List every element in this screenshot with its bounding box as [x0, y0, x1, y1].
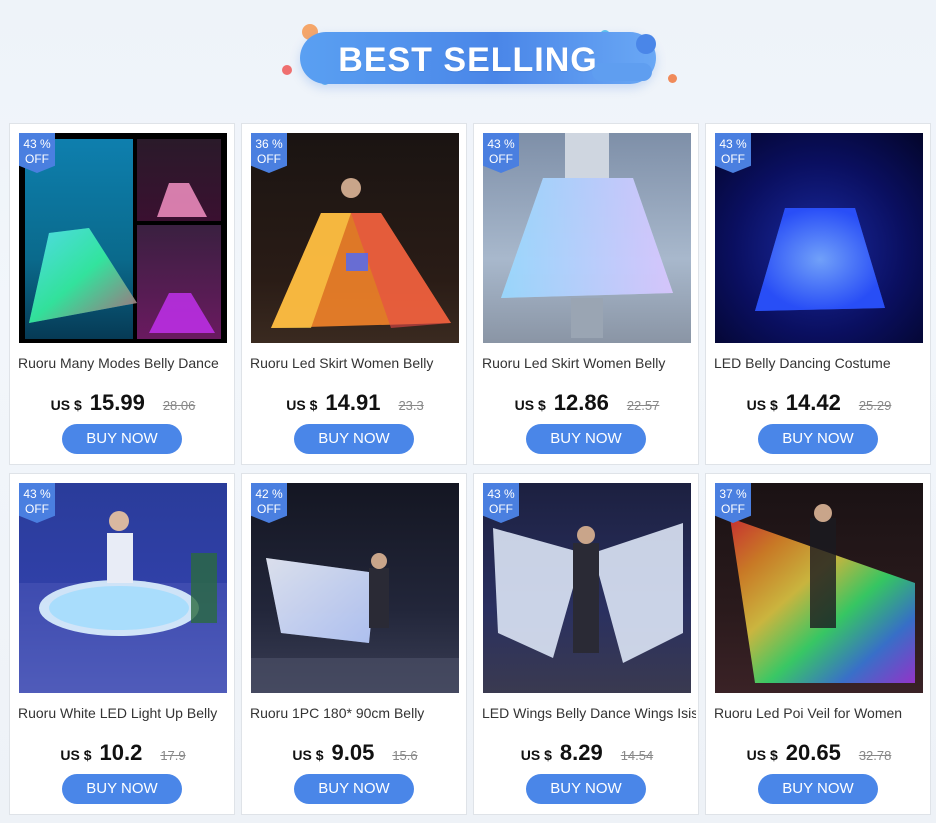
- original-price: 23.3: [398, 398, 424, 413]
- product-title[interactable]: Ruoru Many Modes Belly Dance: [18, 355, 232, 373]
- product-card[interactable]: 37 % OFF Ruoru Led Poi Veil for Women US…: [705, 473, 931, 815]
- discount-badge: 43 % OFF: [19, 133, 55, 173]
- discount-off-label: OFF: [489, 152, 513, 166]
- buy-now-button[interactable]: BUY NOW: [526, 774, 646, 804]
- product-title[interactable]: Ruoru White LED Light Up Belly: [18, 705, 232, 723]
- currency-label: US $: [50, 397, 82, 413]
- product-card[interactable]: 43 % OFF Ruoru Led Skirt Women Belly US …: [473, 123, 699, 465]
- price-row: US $ 14.91 23.3: [242, 390, 468, 418]
- discount-badge: 43 % OFF: [715, 133, 751, 173]
- decor-dot: [668, 74, 677, 83]
- original-price: 22.57: [626, 398, 660, 413]
- original-price: 15.6: [392, 748, 418, 763]
- currency-label: US $: [286, 397, 318, 413]
- buy-now-button[interactable]: BUY NOW: [62, 424, 182, 454]
- discount-percent: 37 %: [719, 487, 747, 501]
- currency-label: US $: [514, 397, 546, 413]
- price-row: US $ 9.05 15.6: [242, 740, 468, 768]
- discount-off-label: OFF: [721, 152, 745, 166]
- price-row: US $ 15.99 28.06: [10, 390, 236, 418]
- buy-now-button[interactable]: BUY NOW: [62, 774, 182, 804]
- price-row: US $ 8.29 14.54: [474, 740, 700, 768]
- discount-badge: 37 % OFF: [715, 483, 751, 523]
- discount-percent: 36 %: [255, 137, 283, 151]
- product-title[interactable]: Ruoru 1PC 180* 90cm Belly: [250, 705, 464, 723]
- banner-title: BEST SELLING: [338, 41, 598, 79]
- product-card[interactable]: 43 % OFF LED Wings Belly Dance Wings Isi…: [473, 473, 699, 815]
- discount-badge: 43 % OFF: [19, 483, 55, 523]
- discount-off-label: OFF: [25, 502, 49, 516]
- original-price: 28.06: [162, 398, 196, 413]
- product-title[interactable]: Ruoru Led Skirt Women Belly: [250, 355, 464, 373]
- product-title[interactable]: Ruoru Led Skirt Women Belly: [482, 355, 696, 373]
- original-price: 25.29: [858, 398, 892, 413]
- discount-badge: 36 % OFF: [251, 133, 287, 173]
- discount-percent: 43 %: [23, 137, 51, 151]
- original-price: 32.78: [858, 748, 892, 763]
- sale-price: 10.2: [99, 740, 143, 765]
- discount-off-label: OFF: [257, 152, 281, 166]
- buy-now-button[interactable]: BUY NOW: [526, 424, 646, 454]
- sale-price: 9.05: [331, 740, 375, 765]
- discount-percent: 43 %: [719, 137, 747, 151]
- sale-price: 8.29: [559, 740, 603, 765]
- discount-badge: 43 % OFF: [483, 483, 519, 523]
- sale-price: 12.86: [553, 390, 609, 415]
- discount-badge: 42 % OFF: [251, 483, 287, 523]
- sale-price: 14.42: [785, 390, 841, 415]
- currency-label: US $: [60, 747, 92, 763]
- buy-now-button[interactable]: BUY NOW: [758, 774, 878, 804]
- currency-label: US $: [292, 747, 324, 763]
- buy-now-button[interactable]: BUY NOW: [294, 774, 414, 804]
- discount-badge: 43 % OFF: [483, 133, 519, 173]
- buy-now-button[interactable]: BUY NOW: [758, 424, 878, 454]
- discount-percent: 43 %: [23, 487, 51, 501]
- product-card[interactable]: 36 % OFF Ruoru Led Skirt Women Belly US …: [241, 123, 467, 465]
- original-price: 17.9: [160, 748, 186, 763]
- buy-now-button[interactable]: BUY NOW: [294, 424, 414, 454]
- product-card[interactable]: 43 % OFF Ruoru White LED Light Up Belly …: [9, 473, 235, 815]
- product-card[interactable]: 43 % OFF Ruoru Many Modes Belly Dance US…: [9, 123, 235, 465]
- discount-off-label: OFF: [721, 502, 745, 516]
- sale-price: 20.65: [785, 740, 841, 765]
- currency-label: US $: [746, 747, 778, 763]
- sale-price: 15.99: [89, 390, 145, 415]
- discount-percent: 43 %: [487, 487, 515, 501]
- sale-price: 14.91: [325, 390, 381, 415]
- product-grid: 43 % OFF Ruoru Many Modes Belly Dance US…: [9, 123, 931, 815]
- price-row: US $ 10.2 17.9: [10, 740, 236, 768]
- discount-off-label: OFF: [257, 502, 281, 516]
- discount-percent: 42 %: [255, 487, 283, 501]
- price-row: US $ 12.86 22.57: [474, 390, 700, 418]
- best-selling-banner: BEST SELLING: [0, 0, 936, 120]
- discount-off-label: OFF: [25, 152, 49, 166]
- currency-label: US $: [746, 397, 778, 413]
- price-row: US $ 20.65 32.78: [706, 740, 932, 768]
- product-title[interactable]: Ruoru Led Poi Veil for Women: [714, 705, 928, 723]
- price-row: US $ 14.42 25.29: [706, 390, 932, 418]
- discount-percent: 43 %: [487, 137, 515, 151]
- discount-off-label: OFF: [489, 502, 513, 516]
- product-card[interactable]: 43 % OFF LED Belly Dancing Costume US $ …: [705, 123, 931, 465]
- currency-label: US $: [520, 747, 552, 763]
- decor-dot: [636, 34, 656, 54]
- decor-dot: [282, 65, 292, 75]
- original-price: 14.54: [620, 748, 654, 763]
- product-title[interactable]: LED Wings Belly Dance Wings Isis: [482, 705, 696, 723]
- product-title[interactable]: LED Belly Dancing Costume: [714, 355, 928, 373]
- product-card[interactable]: 42 % OFF Ruoru 1PC 180* 90cm Belly US $ …: [241, 473, 467, 815]
